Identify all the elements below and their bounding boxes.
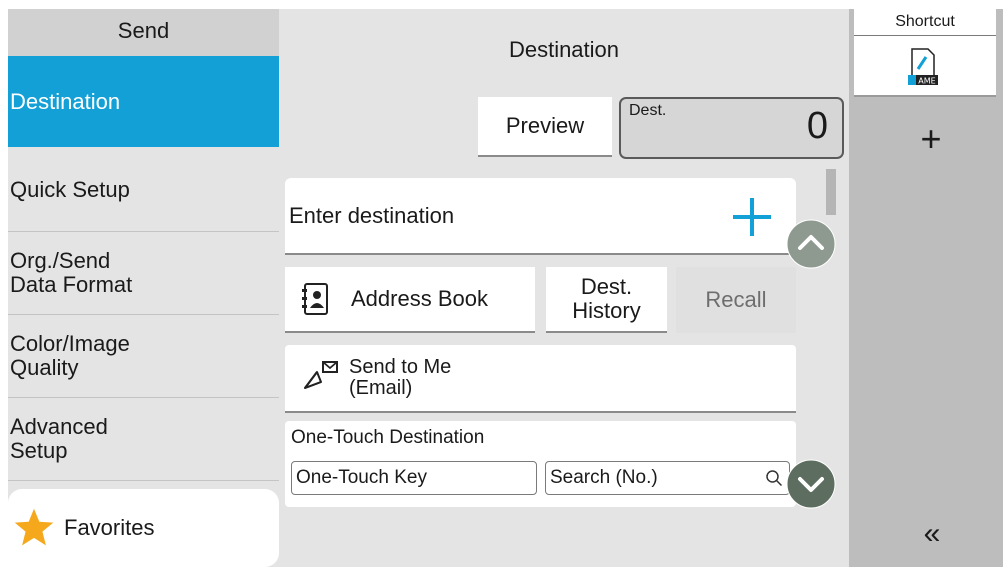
- sidebar-item-advanced-setup[interactable]: Advanced Setup: [8, 398, 279, 480]
- dest-history-button[interactable]: Dest. History: [546, 267, 667, 333]
- shortcut-document-icon: AME: [908, 48, 938, 86]
- search-number-button[interactable]: Search (No.): [545, 461, 790, 495]
- send-to-me-button[interactable]: Send to Me (Email): [285, 345, 796, 413]
- sidebar-item-destination[interactable]: Destination: [8, 56, 279, 147]
- page-title: Destination: [508, 37, 620, 62]
- sidebar-item-quick-setup[interactable]: Quick Setup: [8, 149, 279, 231]
- scroll-down-button[interactable]: [786, 459, 836, 509]
- address-book-icon: [302, 283, 328, 315]
- shortcut-panel: Shortcut AME + «: [849, 9, 1003, 567]
- search-number-label: Search (No.): [550, 467, 658, 488]
- sidebar-item-label: Setup: [10, 438, 68, 463]
- divider: [8, 480, 279, 481]
- preview-button[interactable]: Preview: [478, 97, 612, 157]
- dest-history-label: History: [572, 298, 641, 323]
- shortcut-tab[interactable]: Shortcut AME: [854, 9, 996, 97]
- search-icon: [766, 470, 783, 487]
- send-to-me-line: Send to Me: [349, 356, 452, 378]
- send-to-me-icon: [304, 361, 338, 389]
- dest-history-label: Dest.: [580, 274, 633, 299]
- add-shortcut-button[interactable]: +: [901, 109, 961, 169]
- sidebar-item-label: Color/Image: [10, 331, 130, 356]
- plus-icon: [733, 198, 771, 236]
- one-touch-title: One-Touch Destination: [291, 427, 485, 448]
- sidebar-item-label: Data Format: [10, 272, 133, 297]
- sidebar-item-label: Advanced: [10, 414, 108, 439]
- destination-counter[interactable]: Dest. 0: [619, 97, 844, 159]
- dest-counter-value: 0: [806, 105, 828, 147]
- star-icon: [14, 508, 54, 546]
- sidebar-item-label: Org./Send: [10, 248, 111, 273]
- favorites-button[interactable]: Favorites: [8, 489, 279, 567]
- sidebar: Send Destination Quick Setup Org./Send D…: [8, 9, 279, 567]
- collapse-panel-button[interactable]: «: [907, 514, 957, 554]
- sidebar-item-org-send-data-format[interactable]: Org./Send Data Format: [8, 232, 279, 314]
- svg-text:AME: AME: [918, 77, 935, 86]
- scroll-up-button[interactable]: [786, 219, 836, 269]
- send-to-me-label: Send to Me (Email): [349, 357, 451, 399]
- sidebar-item-label: Quality: [10, 355, 79, 380]
- one-touch-destination-panel: One-Touch Destination One-Touch Key Sear…: [285, 421, 796, 507]
- sidebar-item-label: Destination: [10, 88, 121, 114]
- send-to-me-line: (Email): [349, 377, 413, 399]
- favorites-label: Favorites: [64, 515, 155, 540]
- sidebar-item-color-image-quality[interactable]: Color/Image Quality: [8, 315, 279, 397]
- sidebar-title: Send: [8, 9, 279, 56]
- shortcut-title: Shortcut: [854, 9, 996, 36]
- recall-button[interactable]: Recall: [676, 267, 796, 333]
- address-book-label: Address Book: [351, 286, 488, 311]
- address-book-button[interactable]: Address Book: [285, 267, 535, 333]
- one-touch-key-button[interactable]: One-Touch Key: [291, 461, 537, 495]
- scrollbar-thumb[interactable]: [826, 169, 836, 215]
- sidebar-item-label: Quick Setup: [10, 177, 130, 202]
- dest-counter-label: Dest.: [629, 102, 667, 119]
- main-panel: Destination Preview Dest. 0 Enter destin…: [279, 9, 849, 567]
- enter-destination-button[interactable]: Enter destination: [285, 178, 796, 255]
- enter-destination-label: Enter destination: [289, 203, 455, 228]
